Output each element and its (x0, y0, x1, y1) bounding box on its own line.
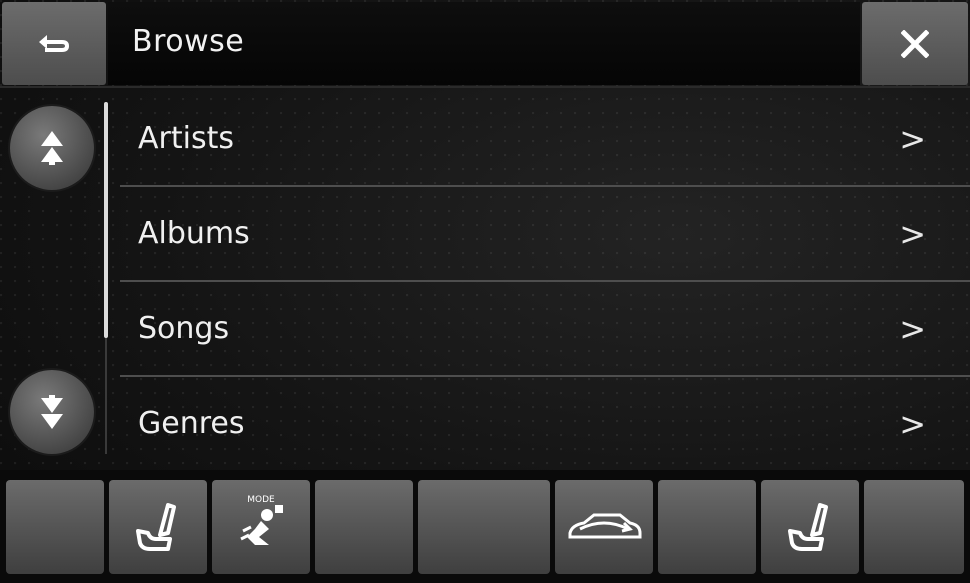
climate-button-1[interactable] (6, 480, 104, 574)
list-item-label: Genres (138, 406, 245, 441)
list-item-artists[interactable]: Artists > (120, 92, 970, 187)
title-bar: Browse (108, 2, 860, 85)
page-down-icon (41, 395, 63, 429)
page-up-icon (41, 131, 63, 165)
climate-mode-button[interactable]: MODE (212, 480, 310, 574)
climate-button-7[interactable] (658, 480, 756, 574)
recirculation-icon (568, 513, 642, 539)
list-item-label: Artists (138, 121, 234, 156)
header-divider (0, 86, 970, 88)
screen: Browse Artists > Albums > Songs > Genres… (0, 0, 970, 583)
page-down-button[interactable] (10, 370, 94, 454)
driver-seat-heater-button[interactable] (109, 480, 207, 574)
chevron-right-icon: > (899, 119, 926, 158)
scrollbar-thumb[interactable] (104, 102, 108, 338)
list-item-label: Songs (138, 311, 230, 346)
climate-button-4[interactable] (315, 480, 413, 574)
climate-button-9[interactable] (864, 480, 964, 574)
back-button[interactable] (2, 2, 106, 85)
close-icon (901, 29, 929, 58)
list-item-label: Albums (138, 216, 250, 251)
browse-list: Artists > Albums > Songs > Genres > (120, 92, 970, 470)
page-title: Browse (132, 24, 245, 59)
chevron-right-icon: > (899, 214, 926, 253)
climate-mode-icon (240, 505, 283, 545)
list-item-albums[interactable]: Albums > (120, 187, 970, 282)
climate-button-5[interactable] (418, 480, 550, 574)
seat-heater-icon (136, 503, 176, 551)
close-button[interactable] (862, 2, 968, 85)
chevron-right-icon: > (899, 309, 926, 348)
seat-heater-icon (788, 503, 828, 551)
list-item-genres[interactable]: Genres > (120, 377, 970, 470)
list-item-songs[interactable]: Songs > (120, 282, 970, 377)
mode-label: MODE (247, 495, 275, 505)
back-arrow-icon (39, 34, 69, 52)
passenger-seat-heater-button[interactable] (761, 480, 859, 574)
page-up-button[interactable] (10, 106, 94, 190)
chevron-right-icon: > (899, 404, 926, 443)
recirculation-button[interactable] (555, 480, 653, 574)
